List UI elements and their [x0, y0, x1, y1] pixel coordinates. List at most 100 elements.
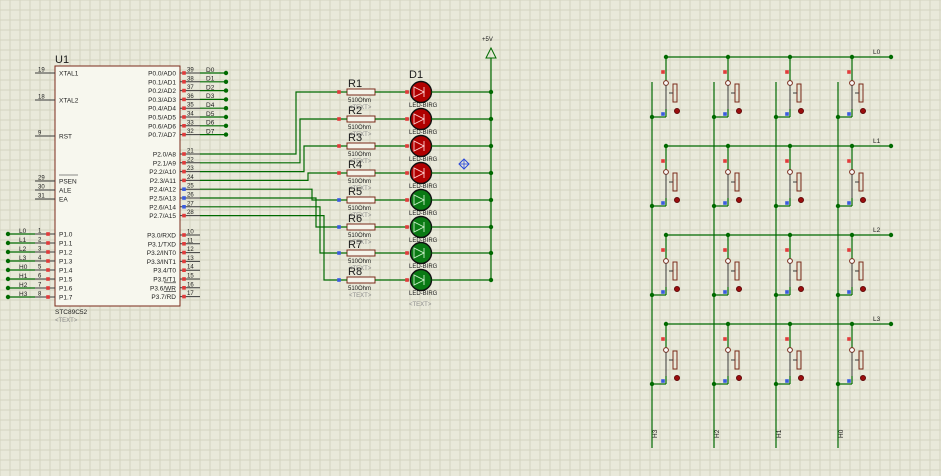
- keypad-key-r2-c1[interactable]: [711, 235, 743, 298]
- key-contact: [725, 258, 731, 264]
- pin-number: 12: [187, 247, 194, 253]
- net-label-l1: L1: [19, 237, 27, 244]
- keypad-key-r1-c1[interactable]: [711, 146, 743, 209]
- key-contact-bottom: [860, 285, 867, 292]
- pin-state-marker: [405, 278, 409, 282]
- col-junction-dot: [773, 292, 779, 298]
- net-label-l0: L0: [19, 228, 27, 235]
- p2-to-resistor-wire[interactable]: [200, 91, 343, 155]
- pin-state-marker: [723, 159, 727, 163]
- schematic-canvas[interactable]: U1 STC89C52 <TEXT> 19 XTAL118 XTAL29 RST29 P…: [0, 0, 941, 476]
- pin-state-marker: [182, 132, 186, 137]
- net-terminal-dot: [223, 106, 229, 111]
- row-terminal-dot: [888, 54, 894, 60]
- pin-number: 27: [187, 201, 194, 207]
- keypad-row-label-l3: L3: [873, 316, 881, 323]
- pin-state-marker: [405, 90, 409, 94]
- pin-state-marker: [723, 112, 727, 116]
- rail-junction-dot: [488, 170, 494, 176]
- key-contact: [849, 347, 855, 353]
- resistor-text-tag: <TEXT>: [349, 293, 372, 299]
- rail-junction-dot: [488, 116, 494, 122]
- pin-state-marker: [405, 171, 409, 175]
- net-label-l3: L3: [19, 255, 27, 262]
- pin-state-marker: [182, 242, 186, 246]
- key-contact: [663, 169, 669, 175]
- resistor-ref: R8: [348, 266, 362, 278]
- keypad-row-label-l0: L0: [873, 49, 881, 56]
- resistor-value: 510Ohm: [348, 179, 371, 185]
- key-contact: [787, 169, 793, 175]
- pin-state-marker: [182, 80, 186, 84]
- key-contact-bottom: [798, 285, 805, 292]
- pin-number: 17: [187, 291, 194, 297]
- keypad-key-r1-c2[interactable]: [773, 146, 805, 209]
- key-contact-bottom: [736, 374, 743, 381]
- keypad-col-label-h2: H2: [714, 429, 721, 438]
- pin-number: 29: [38, 176, 45, 182]
- pin-state-marker: [46, 241, 50, 245]
- keypad-key-r2-c0[interactable]: [649, 235, 681, 298]
- pin-state-marker: [182, 205, 186, 209]
- rail-junction-dot: [488, 224, 494, 230]
- pin-number: 39: [187, 68, 194, 74]
- resistor-r8[interactable]: R8 510Ohm<TEXT>: [337, 266, 409, 299]
- pin-state-marker: [337, 278, 341, 282]
- net-terminal-dot: [5, 285, 11, 291]
- keypad-key-r3-c1[interactable]: [711, 324, 743, 387]
- keypad-key-r3-c2[interactable]: [773, 324, 805, 387]
- key-plunger: [734, 83, 740, 103]
- resistor-ref: R1: [348, 78, 362, 90]
- p2-to-resistor-wire[interactable]: [200, 197, 343, 228]
- pin-number: 33: [187, 120, 194, 126]
- power-label: +5V: [482, 37, 493, 43]
- pin-state-marker: [661, 290, 665, 294]
- pin-label: P2.4/A12: [149, 187, 176, 194]
- pin-state-marker: [337, 171, 341, 175]
- resistor-ref: R2: [348, 105, 362, 117]
- key-contact-bottom: [860, 196, 867, 203]
- key-contact: [663, 258, 669, 264]
- net-label-d6: D6: [206, 120, 215, 127]
- led-ref: D1: [409, 69, 423, 81]
- mcu-stc89c52[interactable]: U1 STC89C52 <TEXT> 19 XTAL118 XTAL29 RST29 P…: [5, 54, 229, 324]
- pin-label: P0.6/AD6: [148, 123, 176, 130]
- col-junction-dot: [835, 381, 841, 387]
- pin-number: 16: [187, 282, 194, 288]
- pin-state-marker: [46, 286, 50, 290]
- net-label-d2: D2: [206, 84, 215, 91]
- pin-state-marker: [661, 337, 665, 341]
- keypad-key-r3-c0[interactable]: [649, 324, 681, 387]
- pin-state-marker: [405, 144, 409, 148]
- pin-state-marker: [661, 112, 665, 116]
- pin-label: P3.6/WR: [150, 285, 176, 292]
- net-terminal-dot: [5, 294, 11, 300]
- p2-to-resistor-wire[interactable]: [200, 172, 343, 181]
- pin-state-marker: [405, 198, 409, 202]
- pin-number: 28: [187, 210, 194, 216]
- keypad-matrix-4x4: L0 L1 L2 L3 H3 H2 H1 H0: [649, 49, 894, 448]
- net-terminal-dot: [223, 114, 229, 120]
- pin-number: 19: [38, 68, 45, 74]
- keypad-key-r2-c2[interactable]: [773, 235, 805, 298]
- mcu-text-tag: <TEXT>: [55, 318, 78, 324]
- pin-label: P1.3: [59, 259, 73, 266]
- pin-label: P1.7: [59, 295, 73, 302]
- keypad-key-r1-c0[interactable]: [649, 146, 681, 209]
- pin-state-marker: [785, 70, 789, 74]
- rail-junction-dot: [488, 143, 494, 149]
- pin-state-marker: [182, 268, 186, 272]
- keypad-col-label-h0: H0: [838, 429, 845, 438]
- pin-state-marker: [46, 250, 50, 254]
- net-label-d3: D3: [206, 93, 215, 100]
- net-label-d0: D0: [206, 67, 215, 74]
- col-junction-dot: [711, 203, 717, 209]
- pin-label: P0.1/AD1: [148, 79, 176, 86]
- pin-state-marker: [723, 248, 727, 252]
- net-terminal-dot: [223, 97, 229, 102]
- pin-label: P2.2/A10: [149, 169, 176, 176]
- pin-state-marker: [46, 232, 50, 236]
- col-junction-dot: [835, 292, 841, 298]
- net-terminal-dot: [223, 79, 229, 85]
- led-part: LED-BIRG: [409, 291, 438, 297]
